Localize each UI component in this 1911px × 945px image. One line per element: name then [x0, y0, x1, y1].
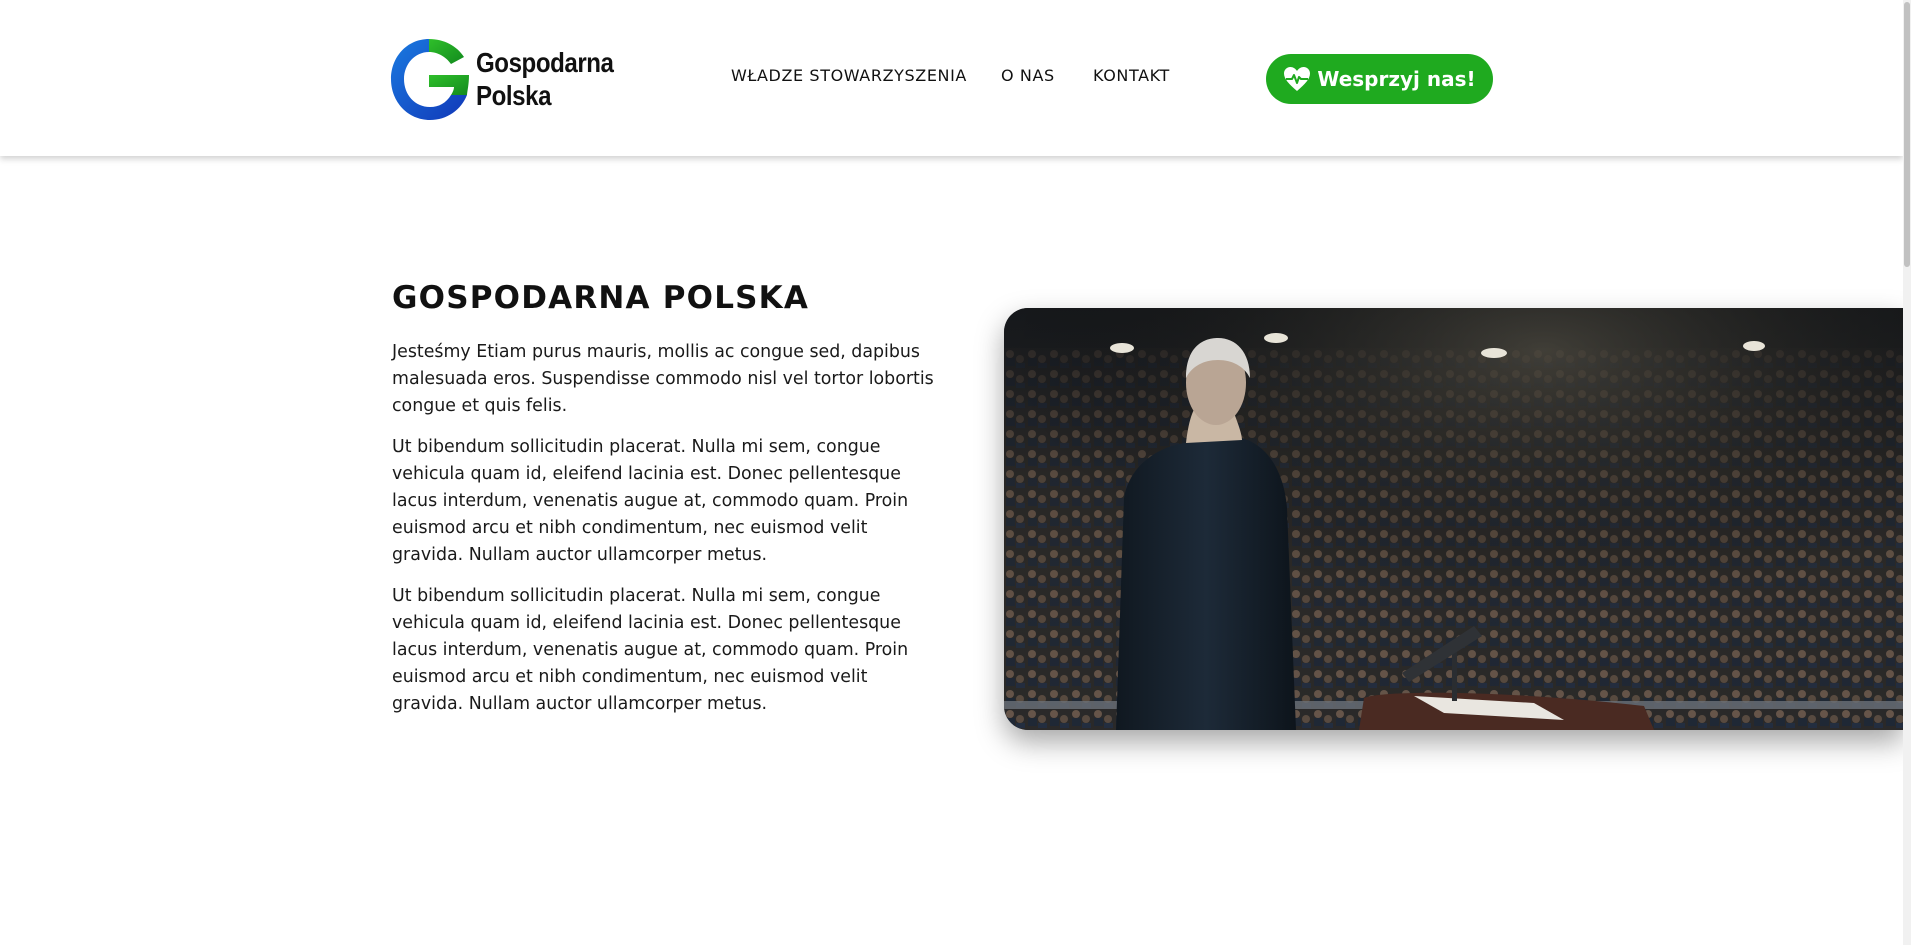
- nav-item-o-nas[interactable]: O NAS: [1001, 66, 1055, 85]
- logo-line1: Gospodarna: [476, 47, 614, 78]
- donate-button[interactable]: Wesprzyj nas!: [1266, 54, 1493, 104]
- intro-text: Jesteśmy Etiam purus mauris, mollis ac c…: [392, 339, 942, 732]
- site-logo[interactable]: Gospodarna Polska: [389, 35, 639, 123]
- donate-label: Wesprzyj nas!: [1317, 67, 1476, 91]
- paragraph: Ut bibendum sollicitudin placerat. Nulla…: [392, 437, 909, 565]
- logo-text: Gospodarna Polska: [476, 46, 614, 112]
- logo-line2: Polska: [476, 80, 552, 111]
- speaker-audience-photo: [1004, 308, 1903, 730]
- heart-pulse-icon: [1284, 67, 1311, 91]
- site-header: Gospodarna Polska WŁADZE STOWARZYSZENIA …: [0, 0, 1903, 156]
- scrollbar[interactable]: [1903, 0, 1911, 945]
- page-title: GOSPODARNA POLSKA: [392, 280, 810, 316]
- paragraph: Ut bibendum sollicitudin placerat. Nulla…: [392, 586, 909, 714]
- nav-item-wladze[interactable]: WŁADZE STOWARZYSZENIA: [731, 66, 967, 85]
- g-logo-icon: [391, 38, 469, 120]
- hero-image: [1004, 308, 1903, 730]
- nav-item-kontakt[interactable]: KONTAKT: [1093, 66, 1170, 85]
- scrollbar-thumb[interactable]: [1904, 2, 1910, 267]
- paragraph: Jesteśmy Etiam purus mauris, mollis ac c…: [392, 342, 934, 416]
- page: Gospodarna Polska WŁADZE STOWARZYSZENIA …: [0, 0, 1911, 945]
